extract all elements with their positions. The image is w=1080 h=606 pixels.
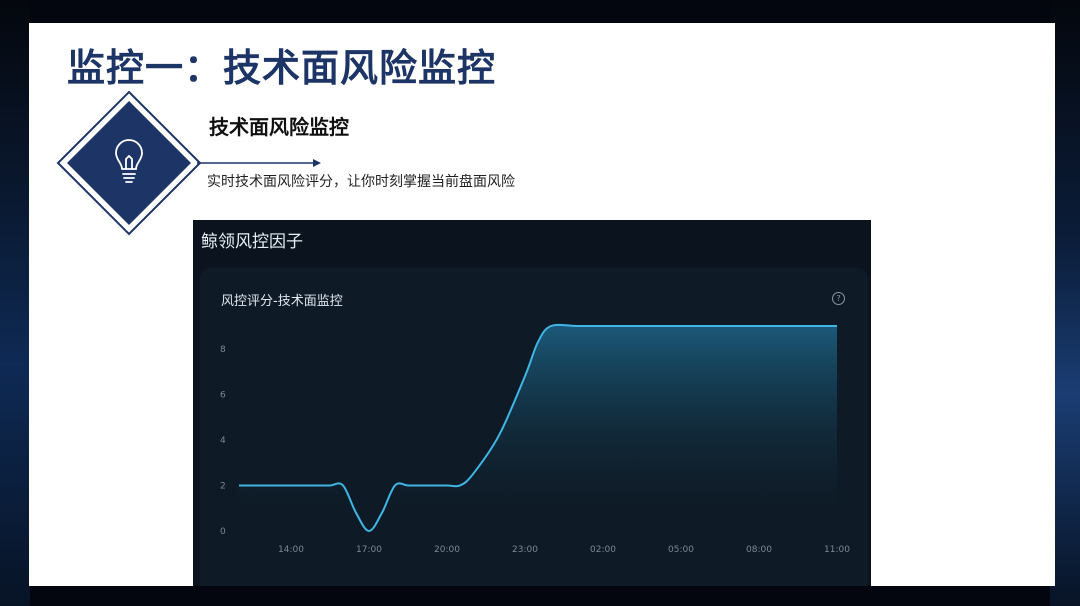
x-tick-label: 05:00 — [668, 545, 694, 555]
x-tick-label: 20:00 — [434, 545, 460, 555]
x-tick-label: 11:00 — [824, 545, 850, 555]
section-heading: 技术面风险监控 — [209, 115, 349, 139]
chart-card: 风控评分-技术面监控 ? 02468 14:00 17:00 20:00 23:00 0… — [200, 268, 868, 586]
arrow-head — [313, 159, 321, 167]
y-tick-label: 4 — [220, 436, 226, 446]
x-tick-label: 08:00 — [746, 545, 772, 555]
panel-title: 鲸领风控因子 — [201, 232, 303, 252]
y-tick-label: 0 — [220, 527, 226, 537]
y-tick-label: 6 — [220, 390, 226, 400]
x-tick-label: 02:00 — [590, 545, 616, 555]
chart-area-fill — [239, 324, 837, 531]
x-tick-label: 23:00 — [512, 545, 538, 555]
y-tick-label: 2 — [220, 481, 226, 491]
dashboard-panel: 鲸领风控因子 风控评分-技术面监控 ? 02468 14:00 17:00 20:0… — [193, 220, 871, 586]
x-tick-label: 14:00 — [278, 545, 304, 555]
slide: 监控一：技术面风险监控 技术面风险监控 实时技术面风险评分，让你时刻掌握当前盘面… — [29, 23, 1055, 586]
x-tick-label: 17:00 — [356, 545, 382, 555]
background-left-edge — [0, 0, 30, 606]
section-subtitle: 实时技术面风险评分，让你时刻掌握当前盘面风险 — [207, 174, 515, 190]
y-tick-label: 8 — [220, 345, 226, 355]
area-chart: 0 2 4 6 8 14:00 17:00 20:00 23:00 02:00 05:00 08:0… — [220, 323, 850, 555]
diamond-fill — [67, 101, 191, 225]
